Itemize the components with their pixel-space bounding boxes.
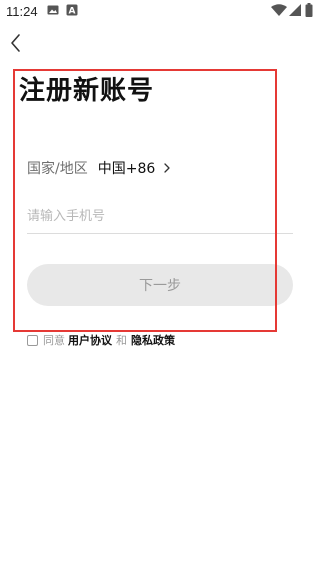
agreement-prefix: 同意 [43,334,65,347]
agreement-and: 和 [116,334,127,347]
signal-icon [289,4,301,16]
user-agreement-link[interactable]: 用户协议 [68,332,112,348]
battery-icon [305,3,313,17]
phone-input[interactable] [27,199,293,234]
gallery-icon [47,5,59,15]
chevron-right-icon[interactable] [163,162,171,174]
privacy-policy-link[interactable]: 隐私政策 [131,332,175,348]
region-value[interactable]: 中国+86 [98,158,156,178]
a-icon: A [66,4,78,16]
region-label: 国家/地区 [27,161,88,177]
back-button[interactable] [4,30,28,56]
next-button[interactable]: 下一步 [27,264,293,306]
page-title: 注册新账号 [19,76,155,106]
svg-text:A: A [69,7,76,17]
region-row: 国家/地区 中国+86 [27,156,171,180]
agreement-checkbox[interactable] [27,334,38,346]
region-selector[interactable]: 中国+86 [98,158,172,178]
agreement-row: 同意 用户协议 和 隐私政策 [27,331,175,349]
chevron-left-icon [11,34,20,52]
wifi-icon [271,4,287,16]
status-bar: 11:24 A [0,0,320,24]
status-time: 11:24 [6,4,38,19]
